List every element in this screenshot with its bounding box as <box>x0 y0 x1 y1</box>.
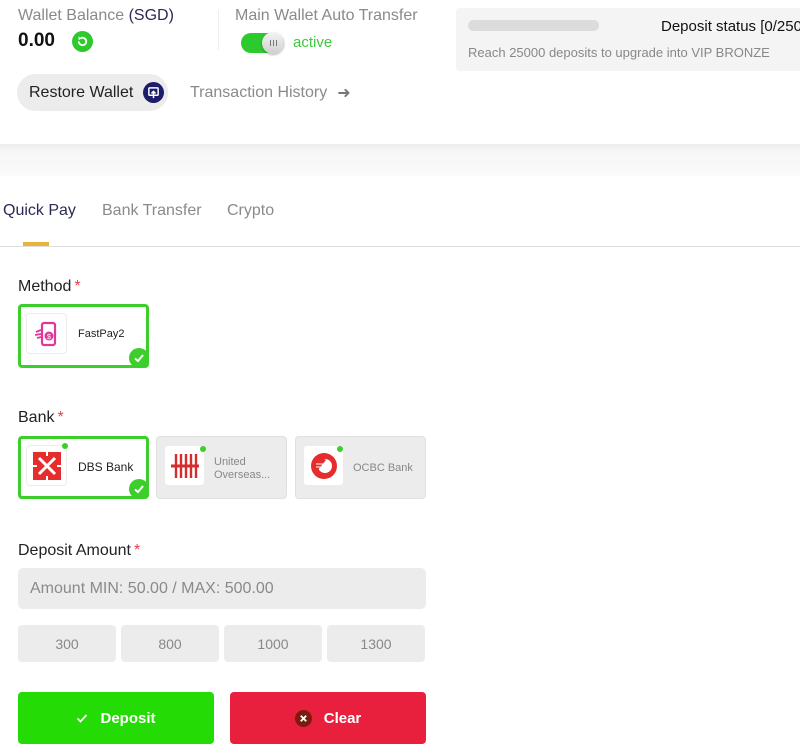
restore-wallet-button[interactable]: Restore Wallet <box>17 74 168 111</box>
bank-option-dbs[interactable]: DBS Bank <box>18 436 149 499</box>
quick-amount-800[interactable]: 800 <box>121 625 219 662</box>
quick-amount-1000[interactable]: 1000 <box>224 625 322 662</box>
required-mark: * <box>133 542 141 559</box>
fastpay-icon: $ <box>26 313 67 354</box>
refresh-icon <box>77 36 88 47</box>
wallet-header: Wallet Balance (SGD) 0.00 Main Wallet Au… <box>0 0 800 148</box>
selected-check-icon <box>129 479 149 499</box>
selected-check-icon <box>129 348 149 368</box>
refresh-balance-button[interactable] <box>72 31 93 52</box>
quick-amount-300[interactable]: 300 <box>18 625 116 662</box>
divider <box>218 10 219 50</box>
method-label-text: Method <box>18 278 72 295</box>
currency-label: (SGD) <box>128 7 174 24</box>
svg-text:$: $ <box>47 334 51 341</box>
deposit-status-description: Reach 25000 deposits to upgrade into VIP… <box>468 45 770 60</box>
uob-logo <box>164 445 205 486</box>
deposit-progress-bar <box>468 20 599 31</box>
required-mark: * <box>74 278 81 295</box>
bank-option-uob[interactable]: United Overseas... <box>156 436 287 499</box>
deposit-amount-label: Deposit Amount * <box>18 542 140 560</box>
bank-option-ocbc[interactable]: OCBC Bank <box>295 436 426 499</box>
quick-amount-1300[interactable]: 1300 <box>327 625 425 662</box>
bank-online-dot <box>337 446 343 452</box>
deposit-amount-label-text: Deposit Amount <box>18 542 131 559</box>
arrow-right-icon: ➜ <box>337 85 351 102</box>
toggle-knob <box>262 32 284 54</box>
clear-button-label: Clear <box>323 709 362 727</box>
auto-transfer-status: active <box>293 34 333 51</box>
deposit-amount-input[interactable] <box>18 568 426 609</box>
clear-button[interactable]: Clear <box>230 692 426 744</box>
bank-label-text: Bank <box>18 409 55 426</box>
deposit-button[interactable]: Deposit <box>18 692 214 744</box>
bank-name: OCBC Bank <box>353 462 413 474</box>
wallet-balance-label: Wallet Balance (SGD) <box>18 7 174 25</box>
section-separator <box>0 144 800 176</box>
wallet-balance-value: 0.00 <box>18 30 55 51</box>
bank-name: DBS Bank <box>78 460 134 474</box>
transaction-history-link[interactable]: Transaction History ➜ <box>190 83 351 103</box>
wallet-balance-title: Wallet Balance <box>18 7 125 24</box>
method-option-fastpay2[interactable]: $ FastPay2 <box>18 304 149 368</box>
tab-quick-pay[interactable]: Quick Pay <box>3 202 76 220</box>
transaction-history-label: Transaction History <box>190 84 328 101</box>
method-label: Method * <box>18 278 81 296</box>
tab-bank-transfer[interactable]: Bank Transfer <box>102 202 202 220</box>
restore-icon <box>143 82 165 103</box>
bank-name: United Overseas... <box>214 456 271 481</box>
bank-label: Bank * <box>18 409 64 427</box>
deposit-status-card: Deposit status [0/25000] Reach 25000 dep… <box>456 8 800 71</box>
auto-transfer-label: Main Wallet Auto Transfer <box>235 7 418 24</box>
deposit-status-title: Deposit status [0/25000] <box>661 18 800 35</box>
deposit-button-label: Deposit <box>100 709 156 727</box>
auto-transfer-toggle[interactable] <box>241 32 284 54</box>
bank-online-dot <box>62 443 68 449</box>
dbs-logo <box>26 445 67 486</box>
tab-crypto[interactable]: Crypto <box>227 202 274 220</box>
bank-online-dot <box>200 446 206 452</box>
check-icon <box>76 712 88 724</box>
required-mark: * <box>57 409 64 426</box>
payment-tabs: Quick Pay Bank Transfer Crypto <box>0 176 800 247</box>
close-circle-icon <box>294 709 312 727</box>
restore-wallet-label: Restore Wallet <box>29 83 134 101</box>
method-name: FastPay2 <box>78 328 125 340</box>
active-tab-indicator <box>23 242 49 246</box>
